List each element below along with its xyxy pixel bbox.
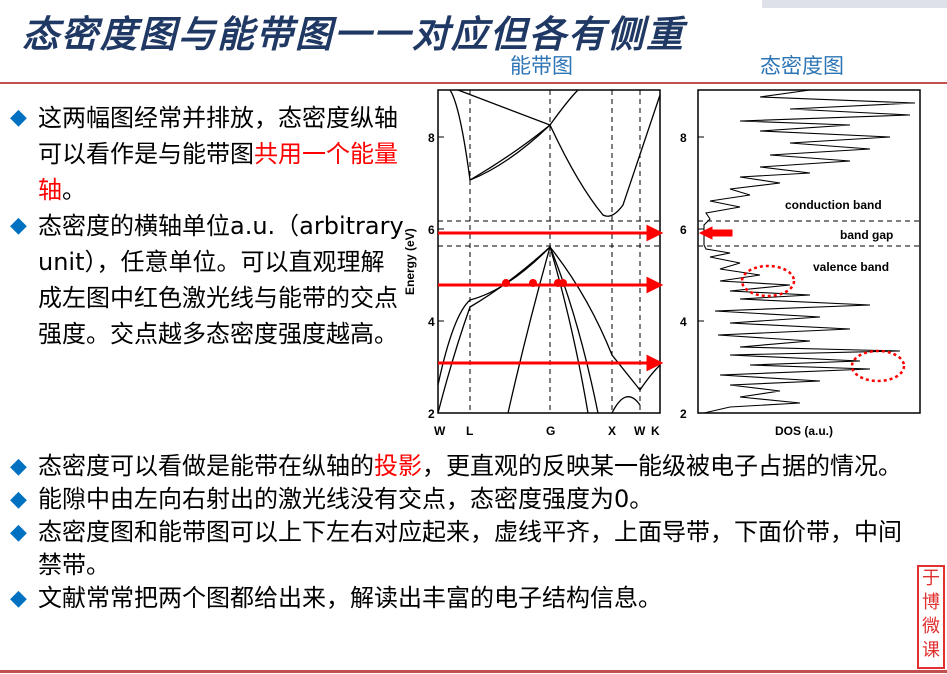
band-ylabel: Energy (eV) <box>403 228 417 295</box>
bottom-bullet-list: ◆ 态密度可以看做是能带在纵轴的投影，更直观的反映某一能级被电子占据的情况。 ◆… <box>10 450 910 615</box>
band-ytick: 8 <box>428 131 435 145</box>
band-gap-annotation: band gap <box>840 228 893 242</box>
bullet-item: ◆ 这两幅图经常并排放，态密度纵轴可以看作是与能带图共用一个能量轴。 <box>10 100 405 208</box>
left-bullet-list: ◆ 这两幅图经常并排放，态密度纵轴可以看作是与能带图共用一个能量轴。 ◆ 态密度… <box>10 100 405 352</box>
diamond-bullet-icon: ◆ <box>10 454 27 479</box>
footer-divider <box>0 670 947 673</box>
bullet-item: ◆ 态密度图和能带图可以上下左右对应起来，虚线平齐，上面导带，下面价带，中间禁带… <box>10 518 902 579</box>
bullet-item: ◆ 态密度的横轴单位a.u.（arbitrary unit），任意单位。可以直观… <box>10 208 405 352</box>
band-ytick: 6 <box>428 223 435 237</box>
dos-ytick: 6 <box>680 223 687 237</box>
conduction-band-annotation: conduction band <box>785 198 882 212</box>
dos-diagram-label: 态密度图 <box>760 54 844 78</box>
band-ytick: 2 <box>428 407 435 421</box>
diamond-bullet-icon: ◆ <box>10 586 27 611</box>
band-diagram-label: 能带图 <box>510 54 573 78</box>
title-divider <box>0 82 947 84</box>
highlight-text: 投影 <box>374 452 422 480</box>
dos-ytick: 4 <box>680 315 687 329</box>
page-title: 态密度图与能带图一一对应但各有侧重 <box>22 12 685 56</box>
band-structure-plot: 8 6 4 2 Energy (eV) W L G X W K <box>403 89 664 438</box>
band-ytick: 4 <box>428 315 435 329</box>
band-xtick: K <box>651 424 660 438</box>
diamond-bullet-icon: ◆ <box>10 105 27 130</box>
seal-stamp: 于 博 微 课 <box>917 565 945 669</box>
header-decoration <box>762 0 947 8</box>
diamond-bullet-icon: ◆ <box>10 213 27 238</box>
band-xtick: W <box>634 424 646 438</box>
dos-ytick: 2 <box>680 407 687 421</box>
bullet-item: ◆ 文献常常把两个图都给出来，解读出丰富的电子结构信息。 <box>10 582 910 615</box>
bullet-item: ◆ 态密度可以看做是能带在纵轴的投影，更直观的反映某一能级被电子占据的情况。 <box>10 450 910 483</box>
dos-plot: 8 6 4 2 conduction band band gap valence… <box>680 89 921 438</box>
dos-xlabel: DOS (a.u.) <box>775 424 833 438</box>
dos-ytick: 8 <box>680 131 687 145</box>
band-xtick: W <box>434 424 446 438</box>
valence-band-annotation: valence band <box>813 260 889 274</box>
diamond-bullet-icon: ◆ <box>10 487 27 512</box>
diamond-bullet-icon: ◆ <box>10 520 27 545</box>
band-xtick: X <box>608 424 616 438</box>
bullet-item: ◆ 能隙中由左向右射出的激光线没有交点，态密度强度为0。 <box>10 483 910 516</box>
band-xtick: L <box>466 424 473 438</box>
band-xtick: G <box>546 424 555 438</box>
